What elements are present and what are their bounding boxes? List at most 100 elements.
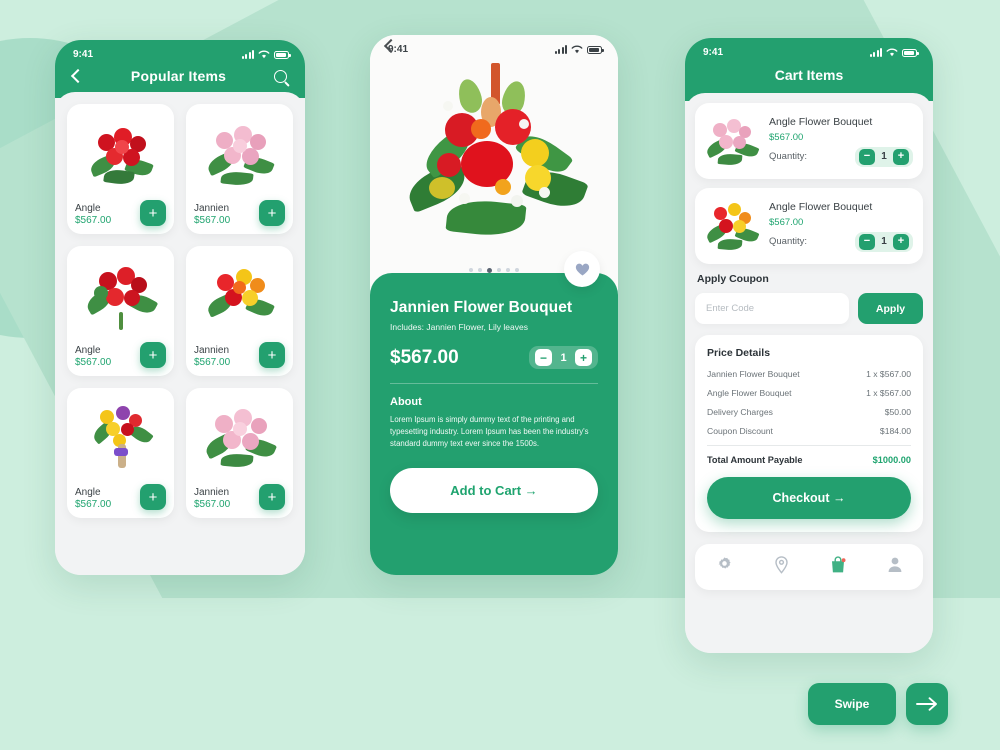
product-price: $567.00	[194, 499, 231, 510]
quantity-stepper[interactable]: − 1 +	[855, 146, 913, 167]
apply-coupon-button[interactable]: Apply	[858, 293, 923, 324]
product-name: Angle	[75, 344, 101, 356]
apply-coupon-heading: Apply Coupon	[697, 273, 769, 285]
cart-sheet: Angle Flower Bouquet $567.00 Quantity: −…	[685, 93, 933, 653]
user-profile-icon	[888, 557, 901, 572]
product-image-red-roses-bouquet	[75, 112, 166, 196]
product-card[interactable]: Angle $567.00 +	[67, 388, 174, 518]
heart-icon	[575, 263, 589, 276]
divider	[390, 383, 598, 384]
product-name: Angle	[75, 486, 101, 498]
product-card[interactable]: Jannien $567.00 +	[186, 246, 293, 376]
product-image-mixed-red-yellow-bouquet	[194, 254, 285, 338]
add-to-cart-button[interactable]: +	[140, 342, 166, 368]
add-to-cart-button[interactable]: +	[259, 200, 285, 226]
price-row-value: $50.00	[884, 407, 911, 417]
product-price: $567.00	[75, 499, 112, 510]
carousel-dot[interactable]	[478, 268, 482, 272]
quantity-stepper[interactable]: − 1 +	[855, 231, 913, 252]
cart-item-name: Angle Flower Bouquet	[769, 115, 873, 128]
status-time: 9:41	[703, 47, 724, 58]
product-title: Jannien Flower Bouquet	[390, 299, 573, 316]
tab-profile[interactable]	[887, 556, 903, 578]
product-image-pink-roses-bouquet	[194, 112, 285, 196]
add-to-cart-button[interactable]: +	[259, 484, 285, 510]
cart-item-image-pink-roses-bouquet	[704, 112, 760, 170]
back-button[interactable]	[383, 38, 399, 54]
price-row: Angle Flower Bouquet 1 x $567.00	[707, 388, 911, 398]
location-pin-icon	[774, 555, 788, 574]
total-label: Total Amount Payable	[707, 455, 803, 465]
phone1-navbar: Popular Items	[55, 62, 305, 84]
wifi-icon	[571, 45, 583, 54]
price-row-value: $184.00	[879, 426, 911, 436]
coupon-code-input[interactable]	[695, 293, 849, 324]
product-hero: 9:41	[370, 35, 618, 287]
cart-item-name: Angle Flower Bouquet	[769, 200, 873, 213]
add-to-cart-button[interactable]: +	[140, 484, 166, 510]
phone-cart: 9:41 Cart Items Angle Flower Bouquet $56…	[685, 38, 933, 653]
product-name: Jannien	[194, 202, 230, 214]
wifi-icon	[258, 50, 270, 59]
product-name: Jannien	[194, 486, 230, 498]
signal-bars-icon	[241, 49, 254, 59]
add-to-cart-button[interactable]: +	[259, 342, 285, 368]
price-row: Delivery Charges $50.00	[707, 407, 911, 417]
screenshot-canvas: 9:41 Popular Items Angle $567.00 + Janni…	[0, 0, 1000, 750]
quantity-decrement-button[interactable]: −	[535, 349, 552, 366]
quantity-increment-button[interactable]: +	[893, 148, 909, 165]
product-image-colorful-mixed-bouquet	[75, 396, 166, 480]
signal-bars-icon	[869, 47, 882, 57]
price-details-card: Price Details Jannien Flower Bouquet 1 x…	[695, 335, 923, 532]
phone3-header: 9:41 Cart Items	[685, 38, 933, 101]
settings-gear-icon	[718, 557, 731, 569]
swipe-control: Swipe	[808, 683, 948, 725]
add-to-cart-button[interactable]: Add to Cart →	[390, 468, 598, 514]
product-price: $567.00	[390, 346, 459, 368]
search-icon[interactable]	[274, 69, 287, 83]
carousel-dot[interactable]	[469, 268, 473, 272]
bottom-tab-bar	[695, 544, 923, 590]
product-card[interactable]: Angle $567.00 +	[67, 104, 174, 234]
cart-item[interactable]: Angle Flower Bouquet $567.00 Quantity: −…	[695, 103, 923, 179]
carousel-dot[interactable]	[506, 268, 510, 272]
product-price: $567.00	[194, 215, 231, 226]
quantity-increment-button[interactable]: +	[893, 233, 909, 250]
carousel-dot[interactable]	[515, 268, 519, 272]
quantity-increment-button[interactable]: +	[575, 349, 592, 366]
battery-icon	[902, 48, 919, 57]
product-image-pink-roses-bouquet	[194, 396, 285, 480]
checkout-button[interactable]: Checkout →	[707, 477, 911, 519]
status-time: 9:41	[73, 49, 94, 60]
product-detail-panel: Jannien Flower Bouquet Includes: Jannien…	[370, 251, 618, 575]
product-card[interactable]: Angle $567.00 +	[67, 246, 174, 376]
product-card[interactable]: Jannien $567.00 +	[186, 104, 293, 234]
product-price: $567.00	[75, 215, 112, 226]
product-price: $567.00	[194, 357, 231, 368]
status-bar: 9:41	[685, 38, 933, 60]
phone-popular-items: 9:41 Popular Items Angle $567.00 + Janni…	[55, 40, 305, 575]
cart-item[interactable]: Angle Flower Bouquet $567.00 Quantity: −…	[695, 188, 923, 264]
tab-location[interactable]	[774, 555, 789, 579]
phone1-header: 9:41 Popular Items	[55, 40, 305, 98]
swipe-button[interactable]: Swipe	[808, 683, 896, 725]
chevron-left-icon[interactable]	[70, 68, 86, 84]
quantity-stepper[interactable]: − 1 +	[529, 346, 598, 369]
carousel-dot[interactable]	[497, 268, 501, 272]
product-card[interactable]: Jannien $567.00 +	[186, 388, 293, 518]
chevron-left-icon	[383, 38, 399, 54]
page-title: Cart Items	[774, 67, 844, 83]
swipe-next-button[interactable]	[906, 683, 948, 725]
price-row-value: 1 x $567.00	[866, 388, 911, 398]
battery-icon	[274, 50, 291, 59]
favorite-button[interactable]	[564, 251, 600, 287]
product-name: Jannien	[194, 344, 230, 356]
tab-settings[interactable]	[716, 556, 733, 578]
quantity-decrement-button[interactable]: −	[859, 148, 875, 165]
quantity-decrement-button[interactable]: −	[859, 233, 875, 250]
status-bar: 9:41	[55, 40, 305, 62]
page-title: Popular Items	[130, 68, 227, 84]
tab-cart[interactable]	[830, 555, 846, 579]
add-to-cart-button[interactable]: +	[140, 200, 166, 226]
product-image-red-roses-round-bouquet	[75, 254, 166, 338]
